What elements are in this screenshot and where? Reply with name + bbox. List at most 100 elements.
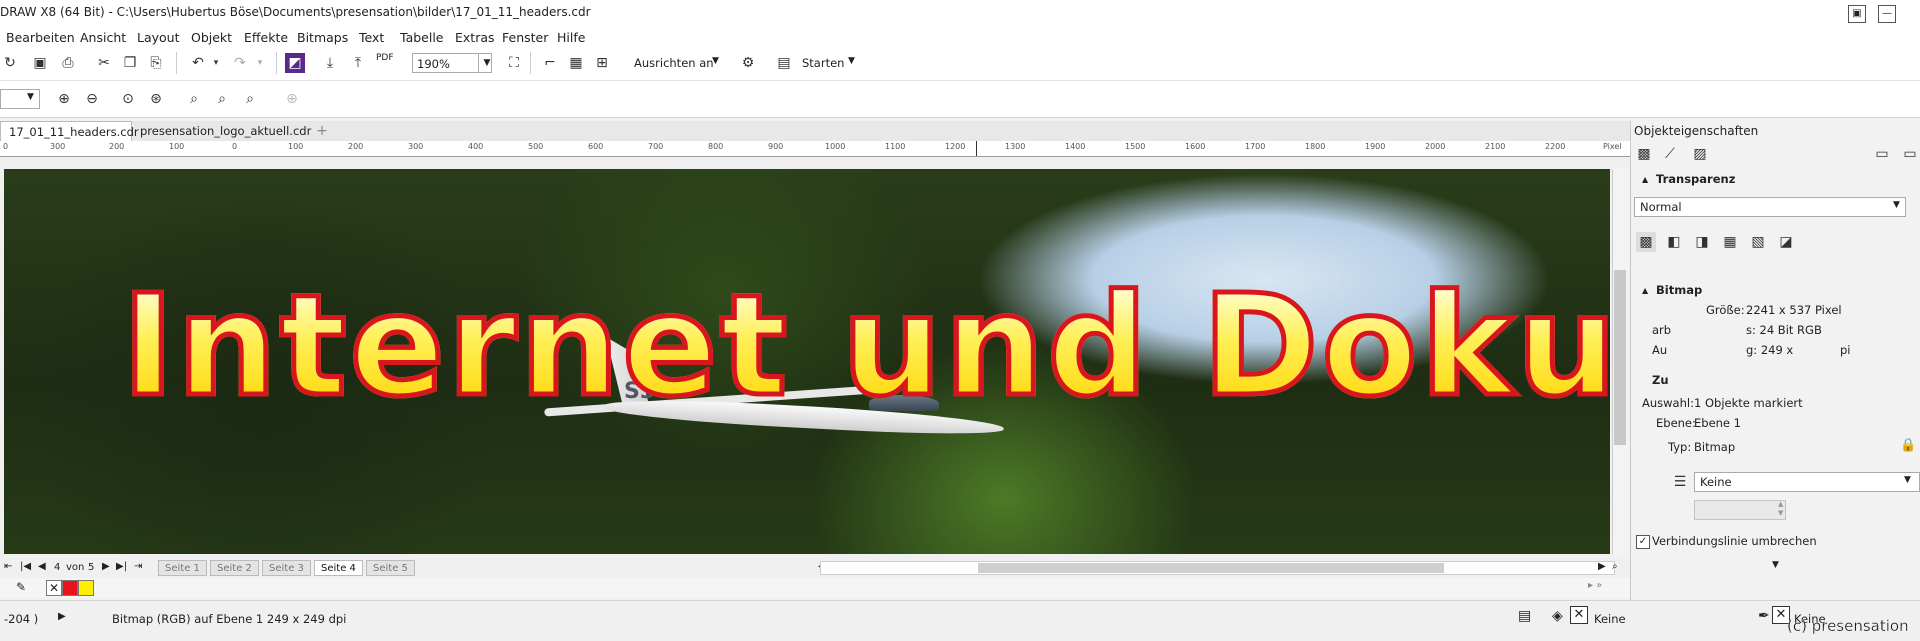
panel-frame-icon[interactable]: ▭ bbox=[1872, 144, 1892, 164]
panel-expand-icon[interactable]: ▼ bbox=[1772, 560, 1779, 570]
menu-effekte[interactable]: Effekte bbox=[244, 30, 288, 45]
zoom-in-icon[interactable]: ⊕ bbox=[54, 89, 74, 109]
vector-pattern-transparency-icon[interactable]: ▦ bbox=[1720, 232, 1740, 252]
swatch-red[interactable] bbox=[62, 580, 78, 596]
minimize-icon[interactable]: — bbox=[1878, 5, 1896, 23]
menu-fenster[interactable]: Fenster bbox=[502, 30, 548, 45]
export-icon[interactable]: ⤒ bbox=[348, 53, 368, 73]
new-tab-plus-icon[interactable]: + bbox=[314, 123, 330, 139]
tab-logo-cdr[interactable]: presensation_logo_aktuell.cdr bbox=[132, 121, 311, 141]
launch-icon[interactable]: ▤ bbox=[774, 53, 794, 73]
panel-frame2-icon[interactable]: ▭ bbox=[1900, 144, 1920, 164]
menu-bitmaps[interactable]: Bitmaps bbox=[297, 30, 348, 45]
menu-tabelle[interactable]: Tabelle bbox=[400, 30, 444, 45]
zoom-page-height-icon[interactable]: ⌕ bbox=[240, 89, 260, 109]
guidelines-icon[interactable]: ⊞ bbox=[592, 53, 612, 73]
uniform-transparency-icon[interactable]: ◧ bbox=[1664, 232, 1684, 252]
vertical-scrollbar-thumb[interactable] bbox=[1614, 270, 1626, 445]
pdf-publish-icon[interactable]: PDF bbox=[376, 53, 394, 63]
menu-hilfe[interactable]: Hilfe bbox=[557, 30, 585, 45]
page-tab-3[interactable]: Seite 3 bbox=[262, 560, 311, 576]
launch-button[interactable]: Starten bbox=[802, 56, 844, 70]
cut-icon[interactable]: ✂ bbox=[94, 53, 114, 73]
fill-tab-icon[interactable]: ▩ bbox=[1634, 144, 1654, 164]
palette-scroll-icon[interactable]: ▸ » bbox=[1588, 580, 1602, 591]
outline-tab-icon[interactable]: ⟋ bbox=[1660, 144, 1680, 164]
text-wrap-icon[interactable]: ☰ bbox=[1670, 472, 1690, 492]
menu-extras[interactable]: Extras bbox=[455, 30, 495, 45]
fullscreen-icon[interactable]: ⛶ bbox=[504, 53, 524, 73]
print-icon[interactable]: ⎙ bbox=[58, 53, 78, 73]
zoom-all-objects-icon[interactable]: ⊛ bbox=[146, 89, 166, 109]
rulers-icon[interactable]: ⌐ bbox=[540, 53, 560, 73]
import-icon[interactable]: ⤓ bbox=[320, 53, 340, 73]
prev-page-icon[interactable]: ◀ bbox=[38, 561, 46, 572]
canvas-headline-text[interactable]: Internet und Doku bbox=[119, 274, 1610, 419]
wrap-text-select[interactable]: Keine bbox=[1694, 472, 1920, 492]
first-page-arrow-icon[interactable]: |◀ bbox=[20, 561, 31, 572]
first-page-icon[interactable]: ⇤ bbox=[4, 561, 12, 572]
launch-dropdown-icon[interactable]: ▼ bbox=[848, 56, 855, 66]
zoom-out-icon[interactable]: ⊖ bbox=[82, 89, 102, 109]
undo-dropdown-icon[interactable]: ▾ bbox=[206, 53, 226, 73]
redo-dropdown-icon[interactable]: ▾ bbox=[250, 53, 270, 73]
fountain-transparency-icon[interactable]: ◨ bbox=[1692, 232, 1712, 252]
scroll-right-icon[interactable]: ▶ bbox=[1598, 561, 1606, 572]
copy-icon[interactable]: ❐ bbox=[120, 53, 140, 73]
lock-icon[interactable]: 🔒 bbox=[1900, 438, 1916, 453]
horizontal-scrollbar-thumb[interactable] bbox=[978, 563, 1444, 573]
zoom-preset-dropdown-icon[interactable]: ▼ bbox=[27, 92, 34, 102]
zoom-selected-icon[interactable]: ⊙ bbox=[118, 89, 138, 109]
menu-bearbeiten[interactable]: Bearbeiten bbox=[6, 30, 75, 45]
wrap-line-checkbox[interactable]: ✓ bbox=[1636, 535, 1650, 549]
fill-none-swatch[interactable]: ✕ bbox=[1570, 606, 1588, 624]
next-page-icon[interactable]: ▶ bbox=[102, 561, 110, 572]
menu-objekt[interactable]: Objekt bbox=[191, 30, 232, 45]
page-tab-1[interactable]: Seite 1 bbox=[158, 560, 207, 576]
no-transparency-icon[interactable]: ▩ bbox=[1636, 232, 1656, 252]
snap-dropdown-icon[interactable]: ▼ bbox=[712, 56, 719, 66]
corel-connect-icon[interactable]: ◩ bbox=[285, 53, 305, 73]
menu-layout[interactable]: Layout bbox=[137, 30, 180, 45]
tab-headers-cdr[interactable]: 17_01_11_headers.cdr bbox=[0, 121, 139, 141]
page-tab-4[interactable]: Seite 4 bbox=[314, 560, 363, 576]
grid-icon[interactable]: ▦ bbox=[566, 53, 586, 73]
zoom-dropdown-icon[interactable]: ▼ bbox=[478, 53, 495, 73]
page-tab-2[interactable]: Seite 2 bbox=[210, 560, 259, 576]
no-color-swatch[interactable]: ✕ bbox=[46, 580, 62, 596]
transparency-dropdown-icon[interactable]: ▼ bbox=[1893, 200, 1900, 210]
status-expand-icon[interactable]: ▶ bbox=[58, 611, 66, 622]
menu-ansicht[interactable]: Ansicht bbox=[80, 30, 126, 45]
open-icon[interactable]: ↻ bbox=[0, 53, 20, 73]
wrap-offset-spinner-icon[interactable]: ▲ ▼ bbox=[1778, 500, 1783, 518]
eyedropper-icon[interactable]: ✎ bbox=[16, 580, 26, 594]
add-page-icon[interactable]: ⇥ bbox=[134, 561, 142, 572]
horizontal-ruler[interactable]: 0 300 200 100 0 100 200 300 400 500 600 … bbox=[0, 141, 1630, 157]
drawing-canvas[interactable]: S3 Internet und Doku bbox=[4, 169, 1610, 554]
color-proof-icon[interactable]: ▤ bbox=[1518, 608, 1531, 624]
bitmap-tab-icon[interactable]: ▨ bbox=[1690, 144, 1710, 164]
outline-pen-icon[interactable]: ✒ bbox=[1758, 608, 1770, 624]
restore-icon[interactable]: ▣ bbox=[1848, 5, 1866, 23]
options-gear-icon[interactable]: ⚙ bbox=[738, 53, 758, 73]
zoom-preset-select[interactable] bbox=[0, 89, 40, 109]
current-page-number[interactable]: 4 bbox=[54, 562, 60, 573]
undo-icon[interactable]: ↶ bbox=[188, 53, 208, 73]
save-icon[interactable]: ▣ bbox=[30, 53, 50, 73]
add-toolbar-item-icon[interactable]: ⊕ bbox=[282, 89, 302, 109]
last-page-icon[interactable]: ▶| bbox=[116, 561, 127, 572]
wrap-offset-input[interactable] bbox=[1694, 500, 1786, 520]
navigator-zoom-icon[interactable]: ⌕ bbox=[1612, 561, 1618, 572]
collapse-bitmap-icon[interactable]: ▲ bbox=[1642, 286, 1648, 295]
paste-icon[interactable]: ⎘ bbox=[146, 53, 166, 73]
transparency-mode-select[interactable]: Normal bbox=[1634, 197, 1906, 217]
swatch-yellow[interactable] bbox=[78, 580, 94, 596]
bitmap-pattern-transparency-icon[interactable]: ▧ bbox=[1748, 232, 1768, 252]
collapse-transparency-icon[interactable]: ▲ bbox=[1642, 175, 1648, 184]
zoom-page-icon[interactable]: ⌕ bbox=[184, 89, 204, 109]
menu-text[interactable]: Text bbox=[359, 30, 384, 45]
redo-icon[interactable]: ↷ bbox=[230, 53, 250, 73]
zoom-page-width-icon[interactable]: ⌕ bbox=[212, 89, 232, 109]
wrap-dropdown-icon[interactable]: ▼ bbox=[1904, 475, 1911, 485]
snap-to-button[interactable]: Ausrichten an bbox=[634, 56, 714, 70]
